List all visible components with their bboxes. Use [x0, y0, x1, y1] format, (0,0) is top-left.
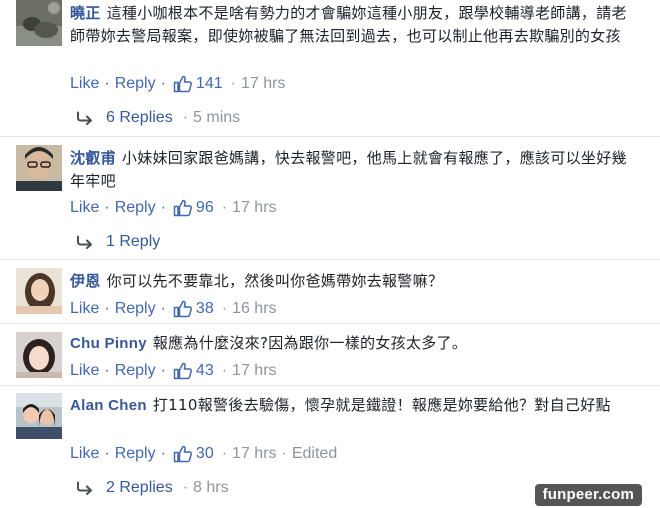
avatar-image: [16, 393, 62, 439]
avatar-image: [16, 145, 62, 191]
view-replies-link[interactable]: 6 Replies · 5 mins: [76, 108, 240, 128]
commenter-name[interactable]: 沈叡甫: [70, 150, 116, 167]
reply-arrow-icon: [76, 111, 94, 125]
like-count[interactable]: 30: [196, 445, 214, 463]
comment-text: Alan Chen 打110報警後去驗傷，懷孕就是鐵證！報應是妳要給他？對自己好點: [70, 394, 642, 417]
avatar-image: [16, 332, 62, 378]
reply-link[interactable]: Reply: [115, 362, 156, 380]
like-count[interactable]: 141: [196, 75, 223, 93]
separator: ·: [221, 445, 228, 462]
thumbs-up-icon[interactable]: [173, 362, 193, 380]
replies-count-label[interactable]: 6 Replies: [106, 109, 173, 127]
replies-timestamp: 5 mins: [193, 109, 241, 126]
separator: ·: [104, 362, 110, 379]
reply-link[interactable]: Reply: [115, 300, 156, 318]
commenter-name[interactable]: 曉正: [70, 5, 101, 22]
replies-timestamp: 8 hrs: [193, 479, 229, 496]
separator: ·: [221, 300, 228, 317]
separator: ·: [182, 109, 189, 126]
separator: ·: [160, 445, 166, 462]
reply-arrow-icon: [76, 235, 94, 249]
like-link[interactable]: Like: [70, 362, 99, 380]
replies-count-label[interactable]: 2 Replies: [106, 479, 173, 497]
avatar-image: [16, 268, 62, 314]
separator: ·: [104, 75, 110, 92]
timestamp[interactable]: 17 hrs: [232, 445, 276, 463]
separator: ·: [281, 445, 287, 462]
timestamp[interactable]: 17 hrs: [241, 75, 285, 93]
commenter-name[interactable]: Chu Pinny: [70, 335, 147, 352]
timestamp[interactable]: 17 hrs: [232, 199, 276, 217]
separator: ·: [160, 362, 166, 379]
comment-actions: Like · Reply · 30 · 17 hrs · Edited: [70, 444, 337, 464]
divider: [0, 323, 660, 324]
divider: [0, 136, 660, 137]
comment-body: 這種小咖根本不是啥有勢力的才會騙妳這種小朋友，跟學校輔導老師講，請老師帶妳去警局…: [70, 4, 627, 45]
separator: ·: [230, 75, 236, 92]
comment-text: 伊恩 你可以先不要靠北，然後叫你爸媽帶妳去報警嘛？: [70, 270, 642, 293]
timestamp[interactable]: 16 hrs: [232, 300, 276, 318]
comment-text: Chu Pinny 報應為什麼沒來?因為跟你一樣的女孩太多了。: [70, 332, 642, 355]
reply-link[interactable]: Reply: [115, 75, 156, 93]
divider: [0, 385, 660, 386]
comment-actions: Like · Reply · 141 · 17 hrs: [70, 74, 285, 94]
separator: ·: [160, 75, 166, 92]
comment-actions: Like · Reply · 38 · 16 hrs: [70, 299, 277, 319]
avatar[interactable]: [16, 145, 62, 191]
like-link[interactable]: Like: [70, 445, 99, 463]
like-link[interactable]: Like: [70, 300, 99, 318]
separator: ·: [182, 479, 189, 496]
like-link[interactable]: Like: [70, 75, 99, 93]
commenter-name[interactable]: 伊恩: [70, 273, 101, 290]
thumbs-up-icon[interactable]: [173, 199, 193, 217]
view-replies-link[interactable]: 2 Replies · 8 hrs: [76, 478, 229, 498]
separator: ·: [221, 199, 228, 216]
reply-link[interactable]: Reply: [115, 199, 156, 217]
avatar[interactable]: [16, 393, 62, 439]
separator: ·: [104, 445, 110, 462]
comment-actions: Like · Reply · 43 · 17 hrs: [70, 361, 277, 381]
comment-text: 曉正 這種小咖根本不是啥有勢力的才會騙妳這種小朋友，跟學校輔導老師講，請老師帶妳去…: [70, 2, 642, 47]
comment-thread: 曉正 這種小咖根本不是啥有勢力的才會騙妳這種小朋友，跟學校輔導老師講，請老師帶妳去…: [0, 0, 660, 508]
comment-body: 報應為什麼沒來?因為跟你一樣的女孩太多了。: [152, 334, 468, 352]
like-link[interactable]: Like: [70, 199, 99, 217]
comment-body: 打110報警後去驗傷，懷孕就是鐵證！報應是妳要給他？對自己好點: [152, 396, 611, 414]
avatar-image: [16, 0, 62, 46]
separator: ·: [160, 300, 166, 317]
commenter-name[interactable]: Alan Chen: [70, 397, 147, 414]
avatar[interactable]: [16, 0, 62, 46]
edited-label[interactable]: Edited: [292, 445, 337, 463]
view-replies-link[interactable]: 1 Reply: [76, 232, 170, 252]
separator: ·: [221, 362, 228, 379]
comment-text: 沈叡甫 小妹妹回家跟爸媽講，快去報警吧，他馬上就會有報應了，應該可以坐好幾年牢吧: [70, 147, 642, 192]
comment-actions: Like · Reply · 96 · 17 hrs: [70, 198, 277, 218]
like-count[interactable]: 96: [196, 199, 214, 217]
thumbs-up-icon[interactable]: [173, 445, 193, 463]
avatar[interactable]: [16, 332, 62, 378]
avatar[interactable]: [16, 268, 62, 314]
thumbs-up-icon[interactable]: [173, 300, 193, 318]
reply-link[interactable]: Reply: [115, 445, 156, 463]
comment-body: 你可以先不要靠北，然後叫你爸媽帶妳去報警嘛？: [106, 272, 444, 290]
reply-arrow-icon: [76, 481, 94, 495]
thumbs-up-icon[interactable]: [173, 75, 193, 93]
watermark: funpeer.com: [534, 484, 642, 506]
separator: ·: [104, 300, 110, 317]
replies-count-label[interactable]: 1 Reply: [106, 233, 160, 251]
like-count[interactable]: 38: [196, 300, 214, 318]
timestamp[interactable]: 17 hrs: [232, 362, 276, 380]
separator: ·: [160, 199, 166, 216]
comment-body: 小妹妹回家跟爸媽講，快去報警吧，他馬上就會有報應了，應該可以坐好幾年牢吧: [70, 149, 627, 190]
separator: ·: [104, 199, 110, 216]
divider: [0, 259, 660, 260]
like-count[interactable]: 43: [196, 362, 214, 380]
